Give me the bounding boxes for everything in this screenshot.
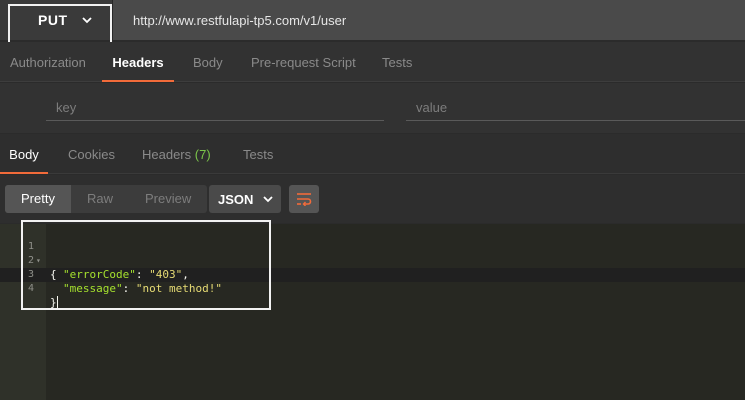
response-tab-headers[interactable]: Headers (7) — [142, 134, 211, 174]
tab-tests[interactable]: Tests — [382, 42, 412, 82]
line-number: 1 — [28, 241, 35, 252]
key-placeholder: key — [56, 100, 77, 115]
response-toolbar: Pretty Raw Preview JSON — [0, 175, 745, 223]
json-value: "403" — [149, 268, 183, 281]
line-number: 3 — [28, 269, 35, 280]
tab-label: Tests — [243, 147, 274, 162]
json-value: "not method!" — [135, 282, 222, 295]
close-brace-wrap: } — [50, 296, 58, 310]
json-pair: "errorCode": "403", — [63, 268, 189, 281]
header-key-input[interactable]: key — [46, 93, 384, 121]
url-text: http://www.restfulapi-tp5.com/v1/user — [133, 12, 347, 28]
tab-pre-request-script[interactable]: Pre-request Script — [251, 42, 356, 82]
request-bar: PUT http://www.restfulapi-tp5.com/v1/use… — [0, 0, 745, 40]
view-preview-button[interactable]: Preview — [129, 185, 207, 213]
fold-arrow-icon[interactable]: ▾ — [36, 254, 41, 268]
format-label: JSON — [218, 191, 254, 207]
json-comma: , — [182, 268, 189, 281]
url-input[interactable]: http://www.restfulapi-tp5.com/v1/user — [113, 0, 745, 40]
tab-label: Headers — [112, 55, 164, 70]
tab-label: Cookies — [68, 147, 115, 162]
tab-label: Pre-request Script — [251, 55, 356, 70]
header-editor: key value — [0, 83, 745, 133]
tab-label: Tests — [382, 55, 413, 70]
view-raw-button[interactable]: Raw — [71, 185, 129, 213]
method-dropdown[interactable]: PUT — [0, 0, 112, 40]
json-key: "errorCode" — [63, 268, 136, 281]
view-mode-group: Pretty Raw Preview — [5, 185, 208, 213]
tab-headers[interactable]: Headers — [102, 42, 174, 82]
tab-label: Authorization — [10, 55, 86, 70]
open-brace: { — [50, 268, 57, 281]
tab-authorization[interactable]: Authorization — [10, 42, 86, 82]
view-pretty-button[interactable]: Pretty — [5, 185, 71, 213]
close-brace: } — [50, 296, 57, 309]
tab-label: Body — [193, 55, 223, 70]
header-value-input[interactable]: value — [406, 93, 745, 121]
active-tab-indicator — [0, 172, 48, 174]
chevron-down-icon — [263, 196, 274, 203]
tab-label: Headers — [142, 147, 192, 162]
text-cursor — [56, 296, 58, 308]
response-body-editor[interactable]: 1 ▾ { 2 "errorCode": "403", 3 "message":… — [0, 224, 745, 400]
value-placeholder: value — [416, 100, 448, 115]
code-line: 1 ▾ { — [0, 226, 57, 281]
line-number: 4 — [28, 283, 35, 294]
code-line: 4 } — [0, 268, 58, 309]
response-tab-body[interactable]: Body — [0, 134, 48, 174]
response-tabs: Body Cookies Headers (7) Tests — [0, 134, 745, 174]
json-pair: "message": "not method!" — [63, 282, 222, 295]
chevron-down-icon — [81, 17, 92, 24]
response-tab-tests[interactable]: Tests — [243, 134, 273, 174]
wrap-lines-button[interactable] — [289, 185, 319, 213]
active-tab-indicator — [102, 80, 174, 82]
request-tabs: Authorization Headers Body Pre-request S… — [0, 42, 745, 82]
tab-body[interactable]: Body — [193, 42, 223, 82]
method-label: PUT — [38, 12, 68, 28]
headers-count: (7) — [194, 147, 211, 162]
code-line: 2 "errorCode": "403", — [0, 240, 189, 281]
line-number: 2 — [28, 255, 35, 266]
response-tab-cookies[interactable]: Cookies — [68, 134, 115, 174]
format-dropdown[interactable]: JSON — [209, 185, 281, 213]
json-key: "message" — [63, 282, 123, 295]
tab-label: Body — [9, 147, 39, 162]
wrap-lines-icon — [297, 193, 312, 206]
code-line: 3 "message": "not method!" — [0, 254, 222, 295]
